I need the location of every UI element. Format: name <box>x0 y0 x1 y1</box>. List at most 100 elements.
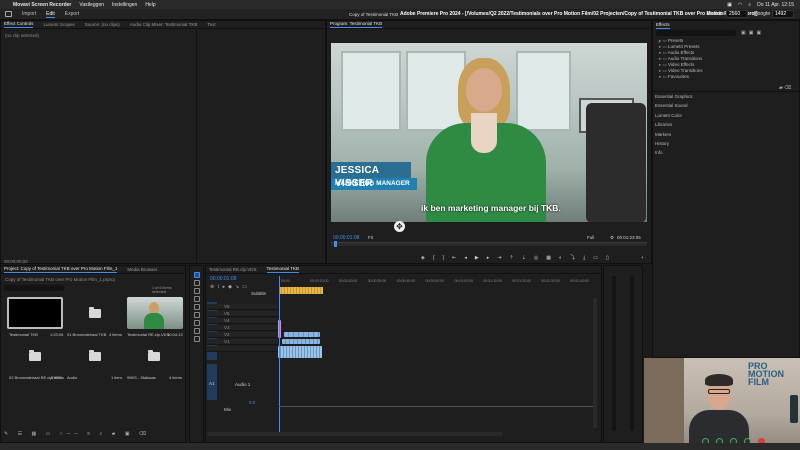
lift-icon[interactable]: ⇡ <box>510 255 514 261</box>
timeline-vscrollbar[interactable] <box>593 298 597 428</box>
project-search-input[interactable] <box>4 285 64 291</box>
app-name[interactable]: Movavi Screen Recorder <box>13 2 71 8</box>
menu-vastleggen[interactable]: Vastleggen <box>79 2 104 8</box>
home-icon[interactable] <box>5 11 12 17</box>
tab-media-browser[interactable]: Media Browser <box>127 267 157 272</box>
mix-value[interactable]: 0.0 <box>249 400 255 405</box>
tab-edit[interactable]: Edit <box>46 11 55 18</box>
clip-thumbnail[interactable] <box>127 297 183 329</box>
tab-source[interactable]: Source: (no clips) <box>85 22 120 27</box>
video-clips-v1[interactable] <box>282 339 320 344</box>
tab-program[interactable]: Program: Testimonial TKB <box>330 21 382 28</box>
ruler-tick-label: 00:00:10:00 <box>309 279 329 283</box>
panel-essential-graphics[interactable]: Essential Graphics <box>653 92 799 101</box>
video-clips-v2[interactable] <box>284 332 320 337</box>
tab-project[interactable]: Project: Copy of Testimonial TKB over Pr… <box>4 266 117 273</box>
comparison-icon[interactable]: ▯ <box>606 255 609 261</box>
go-to-out-icon[interactable]: ⇥ <box>497 255 501 261</box>
add-marker-icon[interactable]: ◈ <box>421 255 425 261</box>
timeline-ruler[interactable]: 00:00 00:00:10:00 00:00:20:00 00:00:30:00 00… <box>279 277 597 287</box>
video-clips-main[interactable] <box>278 346 322 358</box>
panel-info[interactable]: Info <box>653 148 799 157</box>
search-icon[interactable]: ⌕ <box>748 2 751 8</box>
tab-lumetri-scopes[interactable]: Lumetri Scopes <box>43 22 74 27</box>
track-header-v4[interactable]: V4 <box>207 318 278 324</box>
folder-icon[interactable] <box>89 350 101 361</box>
track-select-tool-icon[interactable] <box>193 280 200 286</box>
folder-icon[interactable] <box>148 350 160 361</box>
folder-icon[interactable] <box>89 307 101 318</box>
quality-dropdown[interactable]: Full <box>587 235 594 240</box>
tab-sequence-re[interactable]: Testimonial RE.clp.VDS <box>209 267 257 272</box>
overwrite-icon[interactable]: ⤓ <box>583 255 585 261</box>
tab-text[interactable]: Text <box>207 22 215 27</box>
timeline-playhead[interactable] <box>279 276 280 432</box>
thumbnail-jacket <box>144 313 164 329</box>
track-header-v5[interactable]: V5 <box>207 311 278 317</box>
track-header-v2[interactable]: V2 <box>207 332 278 338</box>
timeline-timecode[interactable]: 00:00:01:08 <box>210 276 236 282</box>
wifi-icon[interactable]: ◠ <box>738 2 742 8</box>
tab-import[interactable]: Import <box>22 11 36 17</box>
camera-icon[interactable]: ▭ <box>593 255 598 261</box>
play-icon[interactable]: ▶ <box>475 255 479 261</box>
insert-icon[interactable]: ⤵ <box>570 254 575 261</box>
tab-effects[interactable]: Effects <box>656 22 670 29</box>
step-back-icon[interactable]: ◂ <box>464 255 467 261</box>
panel-libraries[interactable]: Libraries <box>653 120 799 129</box>
tab-sequence-tkb[interactable]: Testimonial TKB <box>267 266 299 273</box>
export-frame-icon[interactable]: ◎ <box>534 255 538 261</box>
type-tool-icon[interactable] <box>193 336 200 342</box>
folder-icon[interactable] <box>29 350 41 361</box>
office-window <box>341 51 401 131</box>
mark-in-icon[interactable]: { <box>433 255 435 261</box>
hand-tool-icon[interactable] <box>193 328 200 334</box>
extract-icon[interactable]: ⇣ <box>522 255 526 261</box>
tab-audio-clip-mixer[interactable]: Audio Clip Mixer: Testimonial TKB <box>130 22 198 27</box>
menu-help[interactable]: Help <box>145 2 155 8</box>
timeline-tool-icons[interactable]: ⊕⌇▸◆↘▭ <box>210 284 250 290</box>
panel-markers[interactable]: Markers <box>653 130 799 139</box>
pen-tool-icon[interactable] <box>193 312 200 318</box>
effects-search-input[interactable]: ⌕ <box>656 30 736 44</box>
effects-folder[interactable]: Favourites <box>653 74 799 80</box>
program-video-frame[interactable]: JESSICA VISSER MARKETING MANAGER ik ben … <box>331 43 647 222</box>
track-header-v0[interactable] <box>207 346 278 352</box>
menubar-clock[interactable]: Do 11 Apr. 12:15 <box>757 2 794 8</box>
selection-tool-icon[interactable] <box>193 272 200 278</box>
panel-essential-sound[interactable]: Essential Sound <box>653 101 799 110</box>
step-forward-icon[interactable]: ▸ <box>487 255 490 261</box>
menu-instellingen[interactable]: Instellingen <box>112 2 137 8</box>
program-scrubber[interactable] <box>331 241 647 247</box>
effects-filter-icons[interactable]: ▣▣▣ <box>741 30 764 36</box>
mark-out-icon[interactable]: } <box>443 255 445 261</box>
playhead[interactable] <box>334 241 337 247</box>
razor-tool-icon[interactable] <box>193 296 200 302</box>
timeline-scrollbar[interactable] <box>207 432 503 436</box>
track-header-v1[interactable]: V1 <box>207 339 278 345</box>
tab-effect-controls[interactable]: Effect Controls <box>4 21 33 28</box>
go-to-in-icon[interactable]: ⇤ <box>452 255 456 261</box>
vr-icon[interactable]: ◐ <box>559 255 562 261</box>
fit-dropdown[interactable]: Fit <box>368 235 373 240</box>
rectangle-tool-icon[interactable] <box>193 320 200 326</box>
panel-lumetri-color[interactable]: Lumetri Color <box>653 111 799 120</box>
office-window <box>406 51 466 131</box>
control-center-icon[interactable]: ▣ <box>727 2 732 8</box>
add-button-icon[interactable]: + <box>641 255 644 260</box>
height-input[interactable]: 1492 <box>772 10 794 18</box>
slip-tool-icon[interactable] <box>193 304 200 310</box>
tab-export[interactable]: Export <box>65 11 79 17</box>
project-footer-tools[interactable]: ✎ ☰ ▦ ▭ ○── ≡ ⌕ ▰ ▣ ⌫ <box>4 431 150 437</box>
panel-history[interactable]: History <box>653 139 799 148</box>
recorder-side-toolbar[interactable] <box>790 395 798 423</box>
subtitle-clips[interactable] <box>279 287 323 294</box>
track-header-v3[interactable]: V3 <box>207 325 278 331</box>
settings-wrench-icon[interactable]: ⚙ <box>610 235 614 241</box>
track-header-v6[interactable]: V6 <box>207 304 278 310</box>
ripple-edit-tool-icon[interactable] <box>193 288 200 294</box>
program-duration: 00:01:23:05 <box>617 235 641 240</box>
width-input[interactable]: 2560 <box>726 10 748 18</box>
sequence-thumbnail[interactable] <box>7 297 63 329</box>
safe-margins-icon[interactable]: ▦ <box>546 255 551 261</box>
